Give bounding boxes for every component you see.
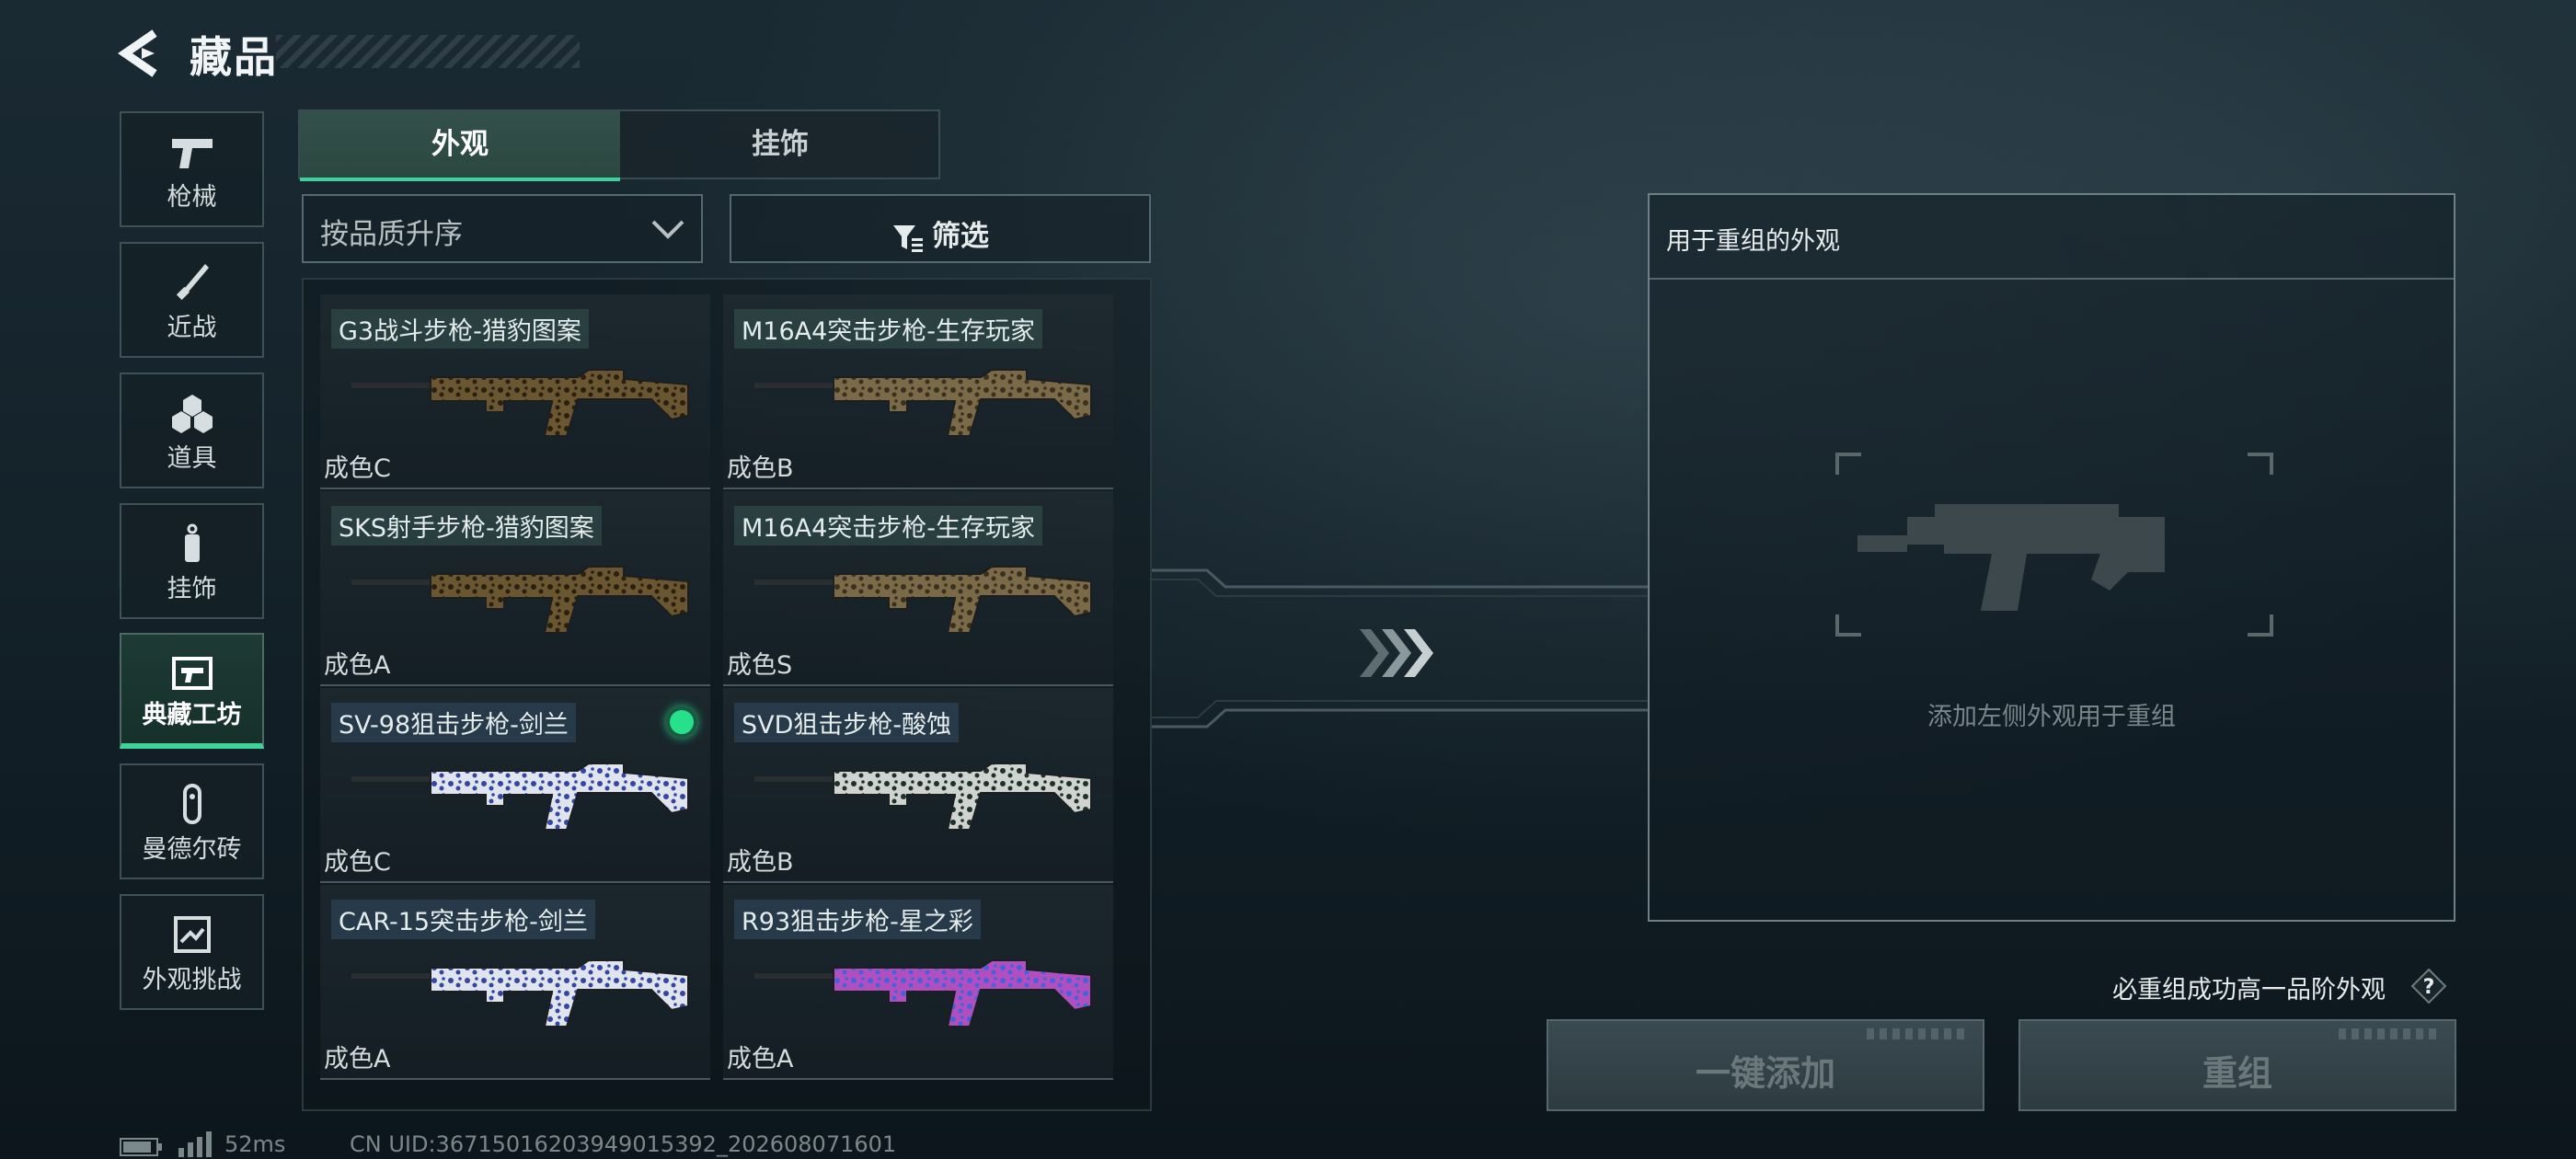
- skin-name: M16A4突击步枪-生存玩家: [734, 506, 1043, 545]
- chevrons-right-icon: [1360, 629, 1433, 677]
- filter-label: 筛选: [932, 220, 989, 253]
- nav-item-guns[interactable]: 枪械: [120, 111, 264, 227]
- nav-label: 道具: [167, 444, 217, 473]
- button-decoration: [1867, 1028, 1968, 1039]
- skin-challenge-icon: [173, 916, 211, 953]
- skin-name: SV-98狙击步枪-剑兰: [331, 703, 576, 742]
- skin-name: CAR-15突击步枪-剑兰: [331, 900, 595, 939]
- skin-card[interactable]: SKS射手步枪-猎豹图案 成色A: [320, 491, 710, 686]
- category-tabs: 外观 挂饰: [298, 109, 940, 181]
- nav-item-melee[interactable]: 近战: [120, 242, 264, 358]
- nav-label: 典藏工坊: [142, 701, 242, 729]
- skin-grade: 成色S: [727, 651, 793, 680]
- skin-grade: 成色B: [727, 454, 794, 483]
- nav-item-charms[interactable]: 挂饰: [120, 503, 264, 619]
- reorg-label: 重组: [2202, 1053, 2272, 1094]
- grenade-icon: [171, 395, 213, 433]
- nav-label: 曼德尔砖: [142, 835, 242, 864]
- rifle-image: [351, 566, 689, 634]
- pistol-icon: [171, 139, 213, 168]
- skin-card[interactable]: M16A4突击步枪-生存玩家 成色B: [723, 294, 1113, 489]
- skin-grade: 成色A: [324, 1045, 391, 1073]
- skin-card[interactable]: M16A4突击步枪-生存玩家 成色S: [723, 491, 1113, 686]
- skin-grid: G3战斗步枪-猎豹图案 成色C M16A4突击步枪-生存玩家 成色B SKS射手…: [302, 278, 1152, 1111]
- user-uid: CN UID:36715016203949015392_202608071601: [350, 1131, 897, 1157]
- nav-label: 挂饰: [167, 575, 217, 603]
- page-title: 藏品: [190, 32, 278, 82]
- selected-indicator: [666, 706, 697, 738]
- mandel-brick-icon: [182, 784, 201, 824]
- reorg-hint: 添加左侧外观用于重组: [1927, 703, 2176, 731]
- rifle-image: [351, 763, 689, 831]
- knife-icon: [176, 264, 209, 301]
- chevron-down-icon: [651, 220, 684, 239]
- skin-name: M16A4突击步枪-生存玩家: [734, 309, 1043, 349]
- tab-charms[interactable]: 挂饰: [620, 111, 940, 178]
- add-all-button[interactable]: 一键添加: [1547, 1019, 1984, 1111]
- nav-item-items[interactable]: 道具: [120, 373, 264, 488]
- rifle-image: [351, 959, 689, 1027]
- skin-name: R93狙击步枪-星之彩: [734, 900, 981, 939]
- skin-name: SVD狙击步枪-酸蚀: [734, 703, 960, 742]
- guarantee-text: 必重组成功高一品阶外观: [2112, 976, 2386, 1004]
- reorg-button[interactable]: 重组: [2018, 1019, 2456, 1111]
- nav-label: 外观挑战: [142, 966, 242, 994]
- reorg-panel: 用于重组的外观 添加左侧外观用于重组: [1648, 193, 2455, 922]
- back-arrow-icon[interactable]: [118, 28, 164, 79]
- filter-icon: [893, 224, 923, 252]
- add-all-label: 一键添加: [1695, 1053, 1835, 1094]
- skin-grade: 成色C: [324, 454, 391, 483]
- skin-card[interactable]: SV-98狙击步枪-剑兰 成色C: [320, 688, 710, 883]
- skin-name: G3战斗步枪-猎豹图案: [331, 309, 589, 349]
- nav-item-workshop[interactable]: 典藏工坊: [120, 633, 264, 749]
- skin-name: SKS射手步枪-猎豹图案: [331, 506, 602, 545]
- svg-text:?: ?: [2423, 976, 2435, 999]
- rifle-image: [754, 959, 1092, 1027]
- rifle-image: [754, 763, 1092, 831]
- signal-icon: [178, 1131, 212, 1157]
- rifle-image: [351, 369, 689, 437]
- sort-label: 按品质升序: [320, 218, 463, 251]
- rifle-placeholder-icon[interactable]: [1824, 453, 2284, 637]
- skin-grade: 成色A: [324, 651, 391, 680]
- skin-grade: 成色A: [727, 1045, 794, 1073]
- title-decoration: [276, 35, 580, 68]
- skin-card[interactable]: CAR-15突击步枪-剑兰 成色A: [320, 885, 710, 1080]
- rifle-image: [754, 566, 1092, 634]
- battery-icon: [120, 1138, 162, 1156]
- skin-grade: 成色C: [324, 848, 391, 877]
- nav-label: 枪械: [167, 183, 217, 212]
- skin-card[interactable]: SVD狙击步枪-酸蚀 成色B: [723, 688, 1113, 883]
- skin-grade: 成色B: [727, 848, 794, 877]
- sort-dropdown[interactable]: 按品质升序: [302, 194, 703, 263]
- filter-button[interactable]: 筛选: [730, 194, 1151, 263]
- button-decoration: [2339, 1028, 2440, 1039]
- skin-card[interactable]: G3战斗步枪-猎豹图案 成色C: [320, 294, 710, 489]
- skin-card[interactable]: R93狙击步枪-星之彩 成色A: [723, 885, 1113, 1080]
- nav-item-skin-challenge[interactable]: 外观挑战: [120, 894, 264, 1010]
- reorg-panel-header: 用于重组的外观: [1650, 195, 2454, 280]
- help-icon[interactable]: ?: [2410, 968, 2447, 1004]
- charm-icon: [184, 523, 200, 562]
- ping-readout: 52ms: [224, 1131, 286, 1157]
- workshop-icon: [171, 657, 213, 690]
- rifle-image: [754, 369, 1092, 437]
- reorg-panel-title: 用于重组的外观: [1666, 227, 1840, 256]
- tab-appearance[interactable]: 外观: [300, 111, 620, 181]
- nav-label: 近战: [167, 314, 217, 342]
- nav-item-mandel-brick[interactable]: 曼德尔砖: [120, 763, 264, 879]
